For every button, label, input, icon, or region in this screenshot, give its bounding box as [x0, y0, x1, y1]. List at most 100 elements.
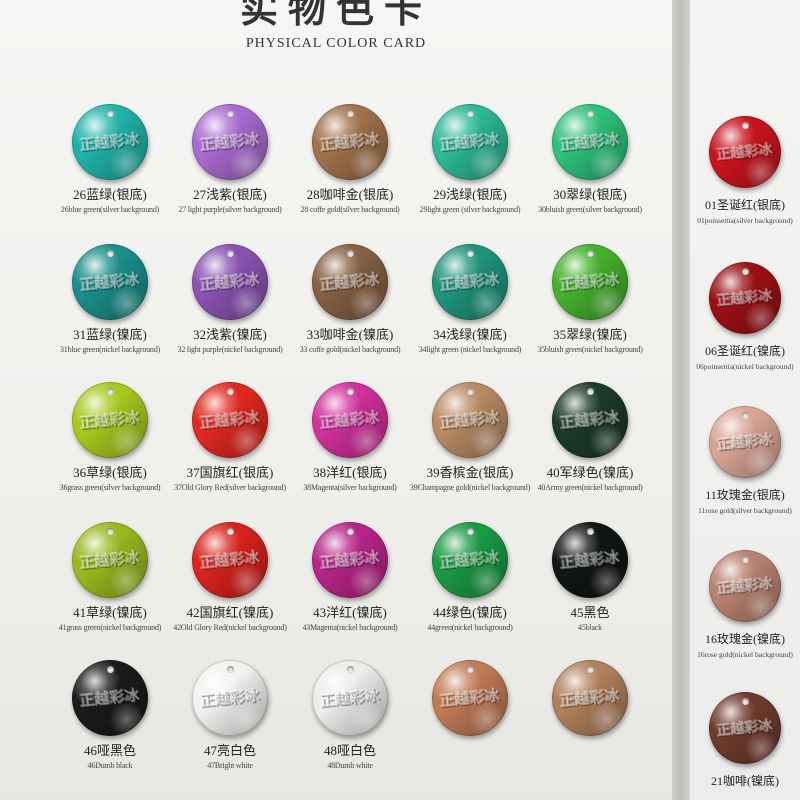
embossed-brand: 正越彩冰 — [199, 686, 261, 711]
color-disc: 正越彩冰 — [552, 522, 628, 598]
embossed-brand: 正越彩冰 — [559, 548, 621, 573]
color-disc: 正越彩冰 — [312, 660, 388, 736]
color-name-en: 30bluish green(silver background) — [538, 205, 642, 214]
color-card-side: 正越彩冰 01圣诞红(银底) 01poinsettia(silver backgro… — [690, 0, 800, 800]
card-gap — [672, 0, 690, 800]
color-name-cn: 06圣诞红(镍底) — [705, 344, 785, 358]
color-disc: 正越彩冰 — [552, 244, 628, 320]
embossed-brand: 正越彩冰 — [559, 270, 621, 295]
hanging-hole — [587, 528, 594, 536]
color-card-main: 实物色卡 PHYSICAL COLOR CARD 正越彩冰 26蓝绿(银底) 26b… — [0, 0, 672, 800]
color-disc: 正越彩冰 — [432, 522, 508, 598]
hanging-hole — [467, 250, 474, 258]
color-name-en: 01poinsettia(silver background) — [697, 216, 793, 225]
color-name-cn: 45黑色 — [570, 605, 610, 620]
embossed-brand: 正越彩冰 — [79, 686, 141, 711]
title-english: PHYSICAL COLOR CARD — [245, 36, 427, 51]
color-name-en: 35bluish green(nickel background) — [537, 345, 643, 354]
embossed-brand: 正越彩冰 — [716, 718, 774, 740]
color-name-en: 11rose gold(silver background) — [698, 506, 792, 515]
hanging-hole — [467, 666, 474, 674]
color-swatch: 正越彩冰 30翠绿(银底) 30bluish green(silver backgr… — [515, 104, 665, 214]
embossed-brand: 正越彩冰 — [439, 408, 501, 433]
embossed-brand: 正越彩冰 — [79, 130, 141, 155]
embossed-brand: 正越彩冰 — [439, 686, 501, 711]
color-name-en: 06poinsettia(nickel background) — [696, 362, 794, 371]
color-disc: 正越彩冰 — [709, 116, 781, 188]
color-name-cn: 21咖啡(镍底) — [711, 774, 779, 788]
embossed-brand: 正越彩冰 — [716, 142, 774, 164]
color-disc: 正越彩冰 — [72, 104, 148, 180]
color-name-en: 48Dumb white — [327, 761, 373, 770]
hanging-hole — [742, 411, 749, 419]
hanging-hole — [587, 250, 594, 258]
embossed-brand: 正越彩冰 — [199, 270, 261, 295]
color-swatch: 正越彩冰 45黑色 45black — [515, 522, 665, 632]
hanging-hole — [107, 110, 114, 118]
embossed-brand: 正越彩冰 — [199, 130, 261, 155]
embossed-brand: 正越彩冰 — [716, 288, 774, 310]
embossed-brand: 正越彩冰 — [559, 408, 621, 433]
embossed-brand: 正越彩冰 — [319, 130, 381, 155]
color-name-cn: 11玫瑰金(银底) — [705, 488, 785, 502]
color-disc: 正越彩冰 — [552, 104, 628, 180]
color-disc: 正越彩冰 — [192, 244, 268, 320]
color-swatch: 正越彩冰 — [515, 660, 665, 740]
hanging-hole — [347, 666, 354, 674]
hanging-hole — [587, 110, 594, 118]
hanging-hole — [227, 110, 234, 118]
color-name-cn: 30翠绿(银底) — [553, 187, 627, 202]
hanging-hole — [227, 666, 234, 674]
embossed-brand: 正越彩冰 — [716, 432, 774, 454]
color-swatch: 正越彩冰 06圣诞红(镍底) 06poinsettia(nickel backgro… — [690, 262, 800, 371]
color-name-en: 45black — [578, 623, 602, 632]
color-disc: 正越彩冰 — [192, 522, 268, 598]
color-swatch: 正越彩冰 01圣诞红(银底) 01poinsettia(silver backgro… — [690, 116, 800, 225]
color-disc: 正越彩冰 — [72, 522, 148, 598]
embossed-brand: 正越彩冰 — [559, 130, 621, 155]
color-disc: 正越彩冰 — [432, 382, 508, 458]
hanging-hole — [742, 267, 749, 275]
embossed-brand: 正越彩冰 — [716, 576, 774, 598]
color-disc: 正越彩冰 — [312, 244, 388, 320]
hanging-hole — [107, 250, 114, 258]
color-disc: 正越彩冰 — [312, 104, 388, 180]
hanging-hole — [107, 666, 114, 674]
hanging-hole — [347, 388, 354, 396]
color-swatch: 正越彩冰 11玫瑰金(银底) 11rose gold(silver backgrou… — [690, 406, 800, 515]
hanging-hole — [587, 666, 594, 674]
color-swatch: 正越彩冰 35翠绿(镍底) 35bluish green(nickel backgr… — [515, 244, 665, 354]
color-disc: 正越彩冰 — [72, 660, 148, 736]
embossed-brand: 正越彩冰 — [439, 270, 501, 295]
color-disc: 正越彩冰 — [192, 104, 268, 180]
color-disc: 正越彩冰 — [312, 382, 388, 458]
embossed-brand: 正越彩冰 — [199, 548, 261, 573]
hanging-hole — [347, 250, 354, 258]
color-disc: 正越彩冰 — [709, 262, 781, 334]
hanging-hole — [227, 528, 234, 536]
color-swatch: 正越彩冰 16玫瑰金(镍底) 16rose gold(nickel backgrou… — [690, 550, 800, 659]
color-disc: 正越彩冰 — [709, 406, 781, 478]
embossed-brand: 正越彩冰 — [319, 270, 381, 295]
color-name-en: 16rose gold(nickel background) — [697, 650, 793, 659]
hanging-hole — [742, 121, 749, 129]
color-disc: 正越彩冰 — [432, 104, 508, 180]
color-disc: 正越彩冰 — [72, 244, 148, 320]
color-disc: 正越彩冰 — [312, 522, 388, 598]
color-disc: 正越彩冰 — [709, 692, 781, 764]
color-name-cn: 40军绿色(镍底) — [546, 465, 634, 480]
color-swatch: 正越彩冰 21咖啡(镍底) — [690, 692, 800, 792]
embossed-brand: 正越彩冰 — [439, 130, 501, 155]
color-disc: 正越彩冰 — [432, 660, 508, 736]
hanging-hole — [347, 110, 354, 118]
color-name-en: 40Army green(nickel background) — [537, 483, 643, 492]
hanging-hole — [467, 528, 474, 536]
embossed-brand: 正越彩冰 — [79, 548, 141, 573]
embossed-brand: 正越彩冰 — [79, 270, 141, 295]
title-chinese: 实物色卡 — [239, 0, 432, 31]
hanging-hole — [467, 110, 474, 118]
color-disc: 正越彩冰 — [192, 382, 268, 458]
color-disc: 正越彩冰 — [552, 382, 628, 458]
color-disc: 正越彩冰 — [432, 244, 508, 320]
embossed-brand: 正越彩冰 — [79, 408, 141, 433]
